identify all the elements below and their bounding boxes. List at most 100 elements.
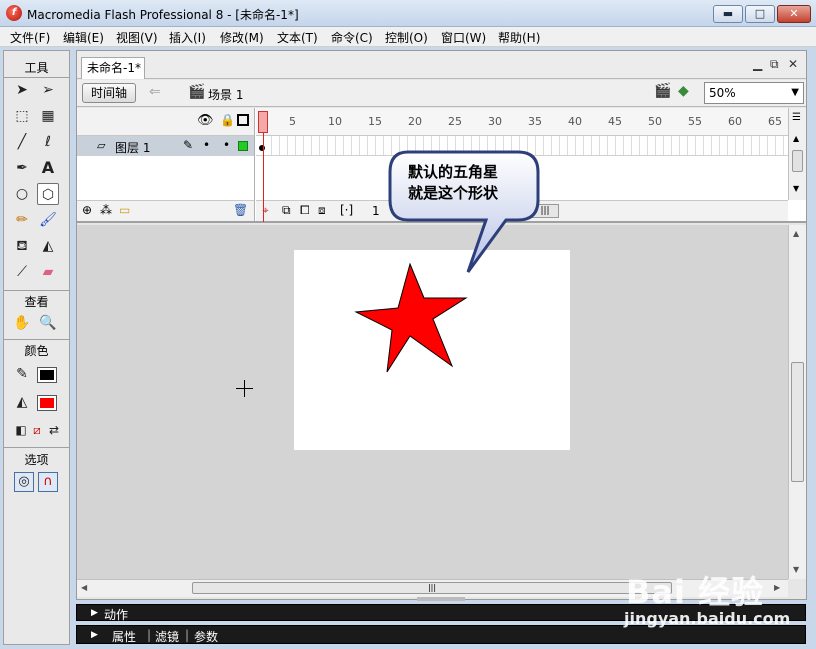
tab-filters[interactable]: 滤镜 <box>155 628 179 645</box>
actions-panel-bar[interactable]: ▶ 动作 <box>76 604 806 622</box>
doc-minimize-icon[interactable]: ▁ <box>753 57 762 71</box>
document-tab-bar: 未命名-1* ▁ ⧉ ✕ <box>77 51 806 79</box>
edit-scene-icon[interactable]: 🎬 <box>654 83 671 99</box>
polystar-tool-icon[interactable]: ⬡ <box>37 183 59 205</box>
add-guide-layer-icon[interactable]: ⁂ <box>100 203 112 217</box>
pen-tool-icon[interactable]: ✒ <box>11 157 33 179</box>
menu-help[interactable]: 帮助(H) <box>498 29 540 46</box>
back-arrow-icon[interactable]: ⇐ <box>149 84 161 100</box>
delete-layer-icon[interactable]: 🗑 <box>233 203 248 217</box>
eraser-tool-icon[interactable]: ▰ <box>37 261 59 283</box>
doc-close-icon[interactable]: ✕ <box>788 57 798 71</box>
line-tool-icon[interactable]: ╱ <box>11 131 33 153</box>
five-point-star[interactable] <box>354 262 468 373</box>
ruler-tick: 5 <box>289 115 296 128</box>
stage-hscroll[interactable]: ◀ ||| ▶ <box>77 579 788 597</box>
swap-colors-icon[interactable]: ⇄ <box>43 419 65 441</box>
stage-canvas[interactable] <box>294 250 570 450</box>
free-transform-tool-icon[interactable]: ⬚ <box>11 105 33 127</box>
playhead[interactable] <box>258 111 268 133</box>
ruler-tick: 60 <box>728 115 742 128</box>
timeline-vscroll[interactable]: ☰ ▲ ▼ <box>788 108 806 200</box>
tab-properties[interactable]: 属性 <box>112 628 136 645</box>
zoom-select[interactable]: 50% ▼ <box>704 82 804 104</box>
zoom-value: 50% <box>709 86 736 100</box>
current-frame-value: 1 <box>372 204 380 218</box>
panel-collapse-handle[interactable] <box>417 597 465 601</box>
layer-lock-dot[interactable]: • <box>223 138 230 152</box>
menu-insert[interactable]: 插入(I) <box>169 29 206 46</box>
menu-text[interactable]: 文本(T) <box>277 29 318 46</box>
layer-row[interactable]: ▱ 图层 1 ✎ • • <box>77 136 255 156</box>
maximize-button[interactable]: □ <box>745 5 775 23</box>
stage-vscroll-thumb[interactable] <box>791 362 804 482</box>
text-tool-icon[interactable]: A <box>37 157 59 179</box>
ruler-tick: 10 <box>328 115 342 128</box>
scroll-up-icon[interactable]: ▲ <box>793 134 799 143</box>
layer-visible-dot[interactable]: • <box>203 138 210 152</box>
timeline-scroll-thumb[interactable] <box>792 150 803 172</box>
stage-vscroll[interactable]: ▲ ▼ <box>788 225 806 579</box>
doc-restore-icon[interactable]: ⧉ <box>770 57 779 72</box>
insert-folder-icon[interactable]: ▭ <box>119 203 130 217</box>
menu-edit[interactable]: 编辑(E) <box>63 29 104 46</box>
scroll-down-icon[interactable]: ▼ <box>793 184 799 193</box>
ruler-tick: 35 <box>528 115 542 128</box>
scroll-right-icon[interactable]: ▶ <box>774 583 780 592</box>
eye-icon[interactable]: 👁 <box>197 113 214 128</box>
onion-outline-icon[interactable]: ⧠ <box>300 203 310 218</box>
ruler-tick: 65 <box>768 115 782 128</box>
insert-layer-icon[interactable]: ⊕ <box>82 203 92 217</box>
ruler-tick: 30 <box>488 115 502 128</box>
timeline-menu-icon[interactable]: ☰ <box>792 112 801 123</box>
selection-tool-icon[interactable]: ➤ <box>11 79 33 101</box>
edit-symbols-icon[interactable]: ◆ <box>678 83 689 99</box>
ink-bottle-tool-icon[interactable]: ⛾ <box>11 235 33 257</box>
menu-view[interactable]: 视图(V) <box>116 29 158 46</box>
ruler-tick: 40 <box>568 115 582 128</box>
window-title: Macromedia Flash Professional 8 - [未命名-1… <box>27 8 299 22</box>
object-drawing-icon[interactable]: ◎ <box>14 472 34 492</box>
eyedropper-tool-icon[interactable]: ⟋ <box>11 261 33 283</box>
subselection-tool-icon[interactable]: ➢ <box>37 79 59 101</box>
frame-ruler[interactable]: 1 5 10 15 20 25 30 35 40 45 50 55 60 65 <box>256 108 788 136</box>
fill-color-fill <box>40 398 54 408</box>
star-drawing[interactable] <box>294 250 570 450</box>
menu-window[interactable]: 窗口(W) <box>441 29 486 46</box>
stroke-color-swatch[interactable] <box>37 367 57 383</box>
menu-modify[interactable]: 修改(M) <box>220 29 264 46</box>
fill-color-swatch[interactable] <box>37 395 57 411</box>
document-window: 未命名-1* ▁ ⧉ ✕ 时间轴 ⇐ 🎬 场景 1 🎬 ◆ 50% ▼ 👁 🔒 … <box>76 50 807 601</box>
properties-panel-bar[interactable]: ▶ 属性 | 滤镜 | 参数 <box>76 625 806 644</box>
minimize-button[interactable]: ▬ <box>713 5 743 23</box>
edit-multiple-icon[interactable]: ⧈ <box>318 203 326 218</box>
lock-icon[interactable]: 🔒 <box>220 113 235 127</box>
scroll-up-icon[interactable]: ▲ <box>793 229 799 238</box>
snap-magnet-icon[interactable]: ∩ <box>38 472 58 492</box>
toolbox-panel: 工具 ➤ ➢ ⬚ ▦ ╱ ℓ ✒ A ○ ⬡ ✏ 🖌 ⛾ ◭ ⟋ ▰ 查看 ✋ … <box>3 50 70 645</box>
paint-bucket-tool-icon[interactable]: ◭ <box>37 235 59 257</box>
brush-tool-icon[interactable]: 🖌 <box>37 209 59 231</box>
document-tab[interactable]: 未命名-1* <box>81 57 145 79</box>
oval-tool-icon[interactable]: ○ <box>11 183 33 205</box>
lasso-tool-icon[interactable]: ℓ <box>37 131 59 153</box>
onion-markers-icon[interactable]: [·] <box>340 203 353 217</box>
keyframe-dot[interactable] <box>259 145 265 151</box>
layer-outline-swatch[interactable] <box>238 141 248 151</box>
fill-transform-tool-icon[interactable]: ▦ <box>37 105 59 127</box>
timeline-toggle-button[interactable]: 时间轴 <box>82 83 136 103</box>
outline-icon[interactable] <box>237 114 249 126</box>
menu-control[interactable]: 控制(O) <box>385 29 428 46</box>
stage-hscroll-thumb[interactable]: ||| <box>192 582 672 594</box>
close-button[interactable]: ✕ <box>777 5 811 23</box>
onion-skin-icon[interactable]: ⧉ <box>282 203 291 218</box>
menu-commands[interactable]: 命令(C) <box>331 29 373 46</box>
zoom-tool-icon[interactable]: 🔍 <box>37 312 59 334</box>
scroll-left-icon[interactable]: ◀ <box>81 583 87 592</box>
scroll-down-icon[interactable]: ▼ <box>793 565 799 574</box>
pencil-tool-icon[interactable]: ✏ <box>11 209 33 231</box>
hand-tool-icon[interactable]: ✋ <box>11 312 33 334</box>
tab-parameters[interactable]: 参数 <box>194 628 218 645</box>
ruler-tick: 20 <box>408 115 422 128</box>
menu-file[interactable]: 文件(F) <box>10 29 50 46</box>
